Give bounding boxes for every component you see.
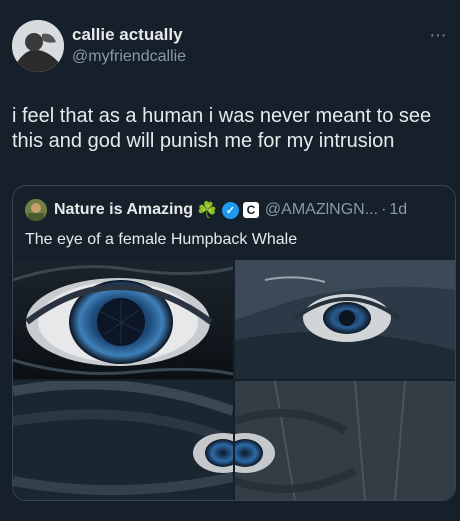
- separator-dot: ·: [381, 201, 387, 218]
- quoted-tweet-text: The eye of a female Humpback Whale: [25, 231, 298, 248]
- whale-eye-closeup-image[interactable]: [13, 260, 233, 379]
- verified-badge-icon: ✓: [221, 201, 239, 219]
- author-handle[interactable]: @myfriendcallie: [72, 48, 186, 66]
- media-grid: [13, 260, 455, 500]
- whale-eye-folds-image[interactable]: [13, 381, 233, 500]
- tweet-text: i feel that as a human i was never meant…: [12, 105, 432, 152]
- quoted-timestamp[interactable]: 1d: [389, 201, 407, 219]
- affiliate-badge-icon: C: [242, 202, 259, 218]
- whale-eye-side-image[interactable]: [235, 260, 455, 379]
- author-name[interactable]: callie actually: [72, 25, 183, 45]
- quoted-author-name[interactable]: Nature is Amazing: [54, 201, 193, 219]
- quoted-author-handle[interactable]: @AMAZlNGN...: [265, 201, 378, 219]
- more-dots-icon[interactable]: ···: [429, 24, 447, 47]
- whale-eye-wrinkled-image[interactable]: [235, 381, 455, 500]
- quoted-tweet[interactable]: Nature is Amazing ☘️ ✓ C @AMAZlNGN... · …: [12, 185, 456, 501]
- quoted-tweet-header: Nature is Amazing ☘️ ✓ C @AMAZlNGN... · …: [25, 198, 407, 222]
- author-avatar[interactable]: [12, 20, 64, 72]
- quoted-author-avatar[interactable]: [25, 199, 47, 221]
- clover-emoji-icon: ☘️: [197, 202, 217, 219]
